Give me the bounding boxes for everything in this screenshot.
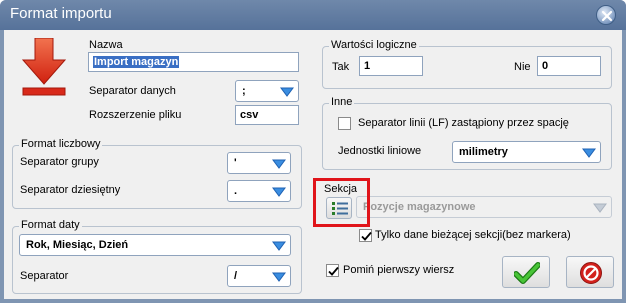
format-daty-title: Format daty xyxy=(19,219,82,231)
nazwa-value: Import magazyn xyxy=(93,56,180,68)
separator-dziesietny-select[interactable]: . xyxy=(227,180,291,202)
sekcja-highlight-box xyxy=(313,178,370,227)
sekcja-select[interactable]: Pozycje magazynowe xyxy=(356,196,612,218)
pomin-checkbox[interactable] xyxy=(326,264,339,277)
sekcja-value: Pozycje magazynowe xyxy=(363,201,476,213)
chevron-down-icon xyxy=(272,159,286,169)
jednostki-label: Jednostki liniowe xyxy=(338,145,422,157)
separator-grupy-label: Separator grupy xyxy=(20,156,99,168)
tak-label: Tak xyxy=(332,61,350,73)
close-icon xyxy=(601,10,613,22)
import-arrow-icon xyxy=(22,38,66,96)
pomin-label: Pomiń pierwszy wiersz xyxy=(343,264,455,276)
checkmark-icon xyxy=(328,266,339,276)
chevron-down-icon xyxy=(582,148,596,158)
separator-grupy-select[interactable]: ' xyxy=(227,152,291,174)
window-title: Format importu xyxy=(10,5,112,22)
format-daty-value: Rok, Miesiąc, Dzień xyxy=(26,239,129,251)
separator-dziesietny-value: . xyxy=(234,185,238,197)
chevron-down-icon xyxy=(272,272,286,282)
chevron-down-icon xyxy=(272,241,286,251)
separator-dziesietny-label: Separator dziesiętny xyxy=(20,184,121,196)
tylko-dane-label: Tylko dane bieżącej sekcji(bez markera) xyxy=(375,229,571,241)
format-daty-select[interactable]: Rok, Miesiąc, Dzień xyxy=(19,234,291,256)
nazwa-label: Nazwa xyxy=(89,39,123,51)
format-daty-group: Format daty Rok, Miesiąc, Dzień Separato… xyxy=(12,219,302,294)
close-button[interactable] xyxy=(596,5,616,25)
cancel-icon xyxy=(580,262,602,284)
separator-daty-value: / xyxy=(234,270,238,282)
jednostki-value: milimetry xyxy=(459,146,508,158)
cancel-button[interactable] xyxy=(566,256,614,288)
rozszerzenie-label: Rozszerzenie pliku xyxy=(89,109,182,121)
wartosci-logiczne-group: Wartości logiczne Tak 1 Nie 0 xyxy=(322,39,612,89)
separator-daty-label: Separator xyxy=(20,270,69,282)
chevron-down-icon xyxy=(593,203,607,213)
wartosci-logiczne-title: Wartości logiczne xyxy=(329,39,419,51)
inne-group: Inne Separator linii (LF) zastąpiony prz… xyxy=(322,96,612,170)
nie-label: Nie xyxy=(514,61,531,73)
separator-daty-select[interactable]: / xyxy=(227,265,291,287)
separator-linii-label: Separator linii (LF) zastąpiony przez sp… xyxy=(358,117,569,129)
format-liczbowy-group: Format liczbowy Separator grupy ' Separa… xyxy=(12,138,302,209)
nie-input[interactable]: 0 xyxy=(537,56,601,76)
jednostki-select[interactable]: milimetry xyxy=(452,141,601,163)
rozszerzenie-input[interactable]: csv xyxy=(235,105,299,125)
ok-button[interactable] xyxy=(502,256,550,288)
title-bar: Format importu xyxy=(0,0,626,30)
chevron-down-icon xyxy=(280,87,294,97)
checkmark-icon xyxy=(514,262,540,284)
checkmark-icon xyxy=(361,231,372,241)
separator-danych-label: Separator danych xyxy=(89,85,176,97)
separator-danych-value: ; xyxy=(242,85,246,97)
format-liczbowy-title: Format liczbowy xyxy=(19,138,103,150)
nazwa-input[interactable]: Import magazyn xyxy=(88,52,299,72)
tylko-dane-checkbox[interactable] xyxy=(359,229,372,242)
inne-title: Inne xyxy=(329,96,355,108)
tak-input[interactable]: 1 xyxy=(359,56,423,76)
separator-linii-checkbox[interactable] xyxy=(338,117,351,130)
import-format-window: Format importu Nazwa Import magazyn Sepa xyxy=(0,0,626,303)
chevron-down-icon xyxy=(272,187,286,197)
dialog-body: Nazwa Import magazyn Separator danych ; … xyxy=(4,30,622,299)
separator-danych-select[interactable]: ; xyxy=(235,80,299,102)
separator-grupy-value: ' xyxy=(234,157,237,169)
